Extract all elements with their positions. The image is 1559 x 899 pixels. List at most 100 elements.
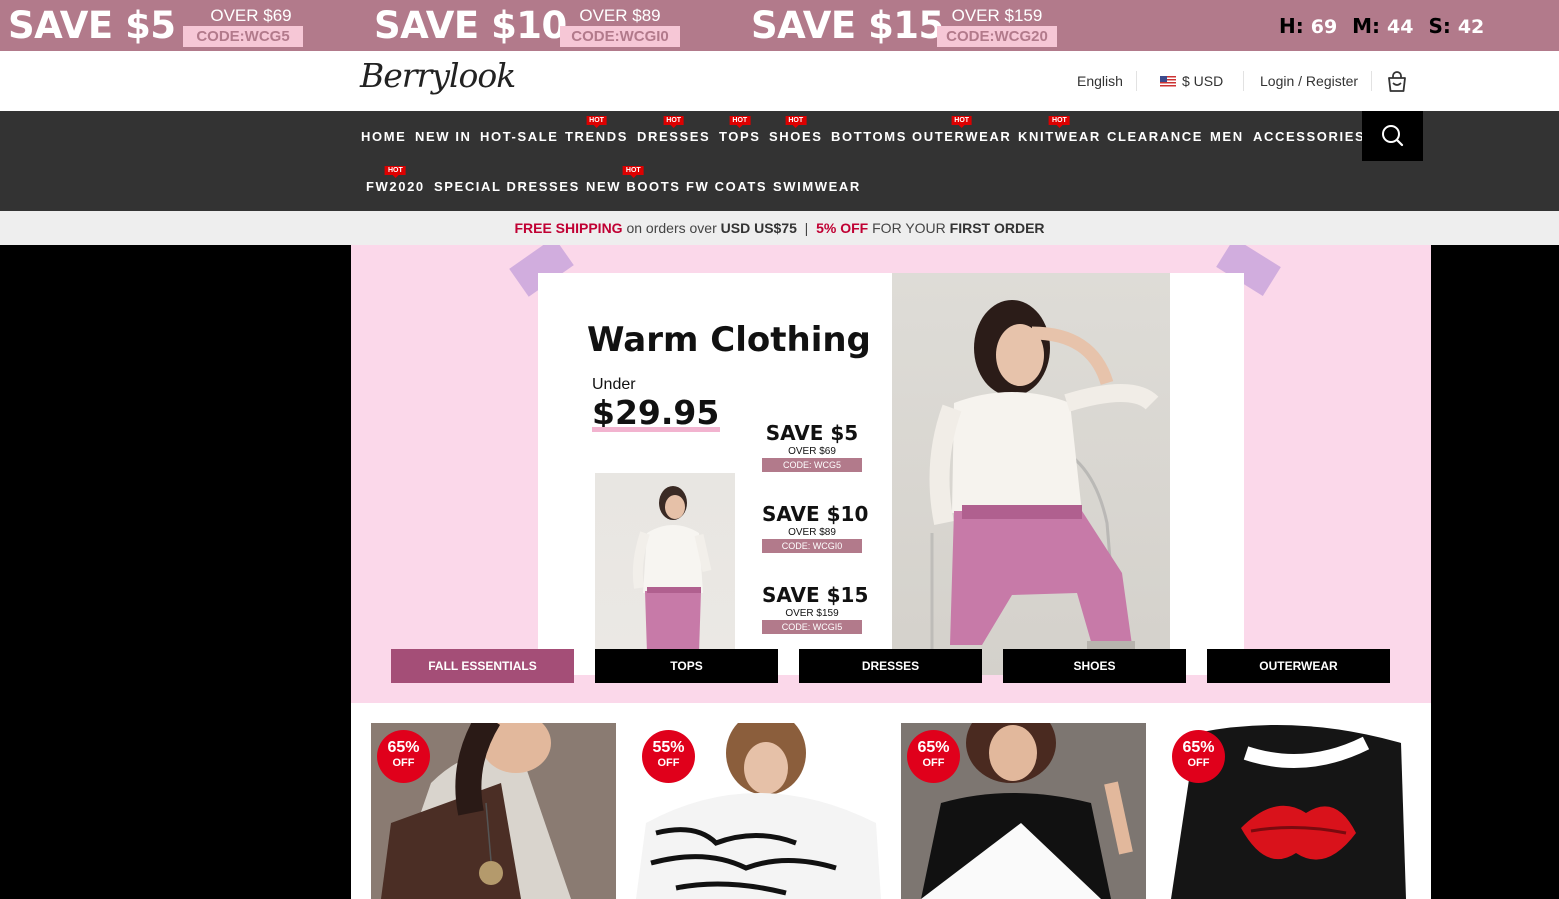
nav-item-bottoms[interactable]: BOTTOMS <box>831 129 907 144</box>
countdown-minutes: 44 <box>1387 16 1414 38</box>
discount-off-label: OFF <box>1187 757 1210 769</box>
nav-item-accessories[interactable]: ACCESSORIES <box>1253 129 1365 144</box>
product-card[interactable]: 55% OFF <box>636 723 881 899</box>
main-nav: HOME NEW IN HOT-SALE HOT TRENDS HOT DRESSE… <box>0 111 1559 211</box>
countdown-hours-label: H: <box>1279 14 1304 38</box>
hot-badge: HOT <box>729 116 751 128</box>
promo-over: OVER $69 <box>210 6 292 25</box>
nav-item-label: ACCESSORIES <box>1253 129 1366 144</box>
tab-dresses[interactable]: DRESSES <box>799 649 982 683</box>
nav-item-fw-coats[interactable]: FW COATS <box>686 179 767 194</box>
product-card[interactable]: 65% OFF <box>371 723 616 899</box>
banner-offer-over: OVER $89 <box>788 527 836 538</box>
discount-badge: 65% OFF <box>907 730 960 783</box>
shipping-text: on orders over <box>622 220 721 236</box>
banner-offer-save: SAVE $5 <box>765 421 859 445</box>
nav-item-hot-sale[interactable]: HOT-SALE <box>480 129 559 144</box>
nav-item-label: MEN <box>1210 129 1244 144</box>
nav-item-trends[interactable]: HOT TRENDS <box>565 116 628 144</box>
nav-item-dresses[interactable]: HOT DRESSES <box>637 116 711 144</box>
tab-shoes[interactable]: SHOES <box>1003 649 1186 683</box>
hot-badge: HOT <box>951 116 973 128</box>
nav-item-shoes[interactable]: HOT SHOES <box>769 116 823 144</box>
promo-over: OVER $159 <box>951 6 1043 25</box>
search-button[interactable] <box>1362 111 1423 161</box>
language-selector[interactable]: English <box>1077 73 1123 89</box>
tab-tops[interactable]: TOPS <box>595 649 778 683</box>
model-photo-small <box>595 473 735 653</box>
divider <box>1136 71 1137 91</box>
free-shipping-text: FREE SHIPPING <box>514 220 623 236</box>
divider <box>1371 71 1372 91</box>
model-photo-large <box>892 273 1170 675</box>
banner-offer-code: CODE: WCGI0 <box>762 539 862 553</box>
nav-item-tops[interactable]: HOT TOPS <box>719 116 761 144</box>
hot-badge: HOT <box>586 116 607 128</box>
hero-banner[interactable]: Warm Clothing Under $29.95 SAVE $5 OVER $… <box>351 245 1431 703</box>
nav-item-men[interactable]: MEN <box>1210 129 1244 144</box>
product-card[interactable]: 65% OFF <box>901 723 1146 899</box>
nav-item-new-boots[interactable]: HOT NEW BOOTS <box>586 166 681 194</box>
nav-item-swimwear[interactable]: SWIMWEAR <box>773 179 861 194</box>
login-register-link[interactable]: Login / Register <box>1260 73 1358 89</box>
shipping-separator: | <box>796 220 817 236</box>
hot-badge: HOT <box>384 166 406 178</box>
countdown-hours: 69 <box>1310 16 1338 38</box>
nav-item-label: SPECIAL DRESSES <box>434 179 580 194</box>
nav-item-label: SWIMWEAR <box>773 179 861 194</box>
promo-save: SAVE $15 <box>751 4 944 47</box>
nav-item-label: NEW BOOTS <box>586 179 681 194</box>
nav-item-label: HOME <box>361 129 407 144</box>
discount-percent: 65% <box>387 739 420 756</box>
hot-badge: HOT <box>663 116 685 128</box>
shipping-notice: FREE SHIPPING on orders over USD US$75 |… <box>0 211 1559 245</box>
shopping-bag-icon[interactable] <box>1385 70 1409 94</box>
nav-item-label: BOTTOMS <box>831 129 907 144</box>
countdown-timer: H: 69 M: 44 S: 42 <box>1279 14 1492 38</box>
discount-off-label: OFF <box>657 757 680 769</box>
nav-item-clearance[interactable]: CLEARANCE <box>1107 129 1203 144</box>
hot-badge: HOT <box>1049 116 1070 128</box>
product-card[interactable]: 65% OFF <box>1166 723 1411 899</box>
promo-code: CODE:WCG20 <box>937 26 1057 47</box>
discount-off-label: OFF <box>922 757 945 769</box>
nav-item-label: HOT-SALE <box>480 129 559 144</box>
promo-save: SAVE $5 <box>8 4 176 47</box>
discount-percent: 65% <box>917 739 950 756</box>
promo-code: CODE:WCGI0 <box>560 26 680 47</box>
banner-offer-code: CODE: WCG5 <box>762 458 862 472</box>
nav-item-label: DRESSES <box>637 129 711 144</box>
tab-fall-essentials[interactable]: FALL ESSENTIALS <box>391 649 574 683</box>
hot-badge: HOT <box>785 116 807 128</box>
nav-item-label: OUTERWEAR <box>912 129 1012 144</box>
nav-item-fw2020[interactable]: HOT FW2020 <box>366 166 425 194</box>
discount-text: 5% OFF <box>816 220 869 236</box>
countdown-seconds: 42 <box>1457 16 1485 38</box>
nav-item-home[interactable]: HOME <box>361 129 406 144</box>
hot-badge: HOT <box>622 166 644 178</box>
countdown-minutes-label: M: <box>1352 14 1381 38</box>
currency-selector[interactable]: $ USD <box>1160 73 1223 89</box>
promo-bar: SAVE $5 OVER $69 CODE:WCG5 SAVE $10 OVER… <box>0 0 1559 51</box>
nav-item-label: NEW IN <box>415 129 472 144</box>
page: SAVE $5 OVER $69 CODE:WCG5 SAVE $10 OVER… <box>0 0 1559 899</box>
nav-item-new-in[interactable]: NEW IN <box>415 129 472 144</box>
side-panel-right <box>1431 245 1559 899</box>
nav-item-outerwear[interactable]: HOT OUTERWEAR <box>912 116 1012 144</box>
nav-item-label: CLEARANCE <box>1107 129 1204 144</box>
currency-label: $ USD <box>1182 73 1224 89</box>
nav-item-special-dresses[interactable]: SPECIAL DRESSES <box>434 179 580 194</box>
banner-offer-save: SAVE $10 <box>762 502 869 526</box>
nav-item-knitwear[interactable]: HOT KNITWEAR <box>1018 116 1101 144</box>
banner-under-label: Under <box>592 376 636 393</box>
search-icon <box>1382 125 1404 147</box>
banner-offer-over: OVER $69 <box>788 446 836 457</box>
site-logo[interactable]: Berrylook <box>360 56 516 95</box>
promo-save: SAVE $10 <box>374 4 567 47</box>
discount-percent: 65% <box>1182 739 1215 756</box>
tab-outerwear[interactable]: OUTERWEAR <box>1207 649 1390 683</box>
nav-item-label: TOPS <box>719 129 761 144</box>
countdown-seconds-label: S: <box>1428 14 1451 38</box>
us-flag-icon <box>1160 75 1176 87</box>
banner-title: Warm Clothing <box>587 320 871 360</box>
